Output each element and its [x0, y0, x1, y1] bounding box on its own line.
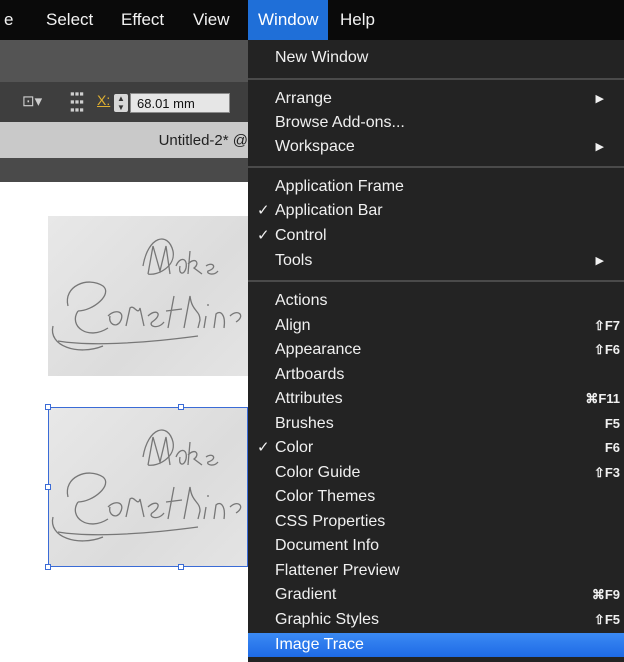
menu-item-label: Image Trace [275, 636, 364, 653]
menubar-item-window[interactable]: Window [248, 0, 329, 40]
menubar-item-select[interactable]: Select [40, 0, 99, 40]
menu-item-label: Actions [275, 292, 328, 309]
document-tab-title[interactable]: Untitled-2* @ [159, 132, 248, 149]
menu-item-flattener-preview[interactable]: Flattener Preview [248, 559, 624, 583]
transform-reference-icon[interactable]: ⊡▾ [22, 92, 42, 110]
menu-item-appearance[interactable]: Appearance ⇧F6 [248, 338, 624, 362]
menu-item-label: Gradient [275, 586, 337, 603]
menubar-item-file[interactable]: e [0, 0, 17, 40]
menu-item-artboards[interactable]: Artboards [248, 363, 624, 387]
menu-item-browse-add-ons[interactable]: Browse Add-ons... [248, 111, 624, 135]
menu-item-label: Tools [275, 252, 313, 269]
selection-handle-top-left[interactable] [45, 404, 51, 410]
menu-item-shortcut: ⇧F5 [593, 612, 620, 627]
triangle-right-icon: ▶ [595, 255, 604, 267]
check-icon: ✓ [257, 227, 270, 244]
menu-item-workspace[interactable]: Workspace ▶ [248, 135, 624, 159]
menubar-item-help[interactable]: Help [334, 0, 381, 40]
menu-item-shortcut: ⌘F9 [591, 587, 620, 602]
menu-item-shortcut: ⇧F3 [593, 465, 620, 480]
menu-item-application-frame[interactable]: Application Frame [248, 175, 624, 199]
menu-item-label: Application Bar [275, 202, 383, 219]
menu-item-color-themes[interactable]: Color Themes [248, 485, 624, 509]
selection-handle-middle-left[interactable] [45, 484, 51, 490]
menu-item-label: Workspace [275, 138, 355, 155]
menu-item-label: Document Info [275, 537, 380, 554]
triangle-right-icon: ▶ [595, 141, 604, 153]
menu-item-align[interactable]: Align ⇧F7 [248, 314, 624, 338]
menubar-item-view[interactable]: View [187, 0, 236, 40]
menu-item-shortcut: ⇧F6 [593, 342, 620, 357]
menu-item-control[interactable]: ✓ Control [248, 224, 624, 248]
lettering-sketch-image[interactable] [48, 216, 248, 376]
menu-item-label: Flattener Preview [275, 562, 400, 579]
menu-item-application-bar[interactable]: ✓ Application Bar [248, 199, 624, 223]
menu-item-image-trace[interactable]: Image Trace [248, 633, 624, 657]
menu-item-label: Appearance [275, 341, 362, 358]
menu-item-label: Application Frame [275, 178, 404, 195]
menu-item-label: Attributes [275, 390, 343, 407]
menu-item-label: CSS Properties [275, 513, 386, 530]
triangle-right-icon: ▶ [595, 93, 604, 105]
menu-item-shortcut: ⌘F11 [585, 391, 620, 406]
menu-item-label: Graphic Styles [275, 611, 380, 628]
menu-item-document-info[interactable]: Document Info [248, 534, 624, 558]
menu-item-color[interactable]: ✓ Color F6 [248, 436, 624, 460]
lettering-sketch-drawing [51, 238, 242, 351]
selection-handle-bottom-left[interactable] [45, 564, 51, 570]
menu-item-color-guide[interactable]: Color Guide ⇧F3 [248, 461, 624, 485]
menu-item-label: Browse Add-ons... [275, 114, 405, 131]
selection-bounding-box[interactable] [48, 407, 248, 567]
menu-item-label: Control [275, 227, 327, 244]
window-menu: New Window Arrange ▶ Browse Add-ons... Wo… [248, 40, 624, 662]
menu-item-label: Brushes [275, 415, 334, 432]
menu-item-label: Color [275, 439, 314, 456]
menu-item-label: Artboards [275, 366, 345, 383]
menu-item-label: Color Themes [275, 488, 376, 505]
menu-item-tools[interactable]: Tools ▶ [248, 249, 624, 273]
selection-handle-top-middle[interactable] [178, 404, 184, 410]
menu-item-css-properties[interactable]: CSS Properties [248, 510, 624, 534]
menu-item-attributes[interactable]: Attributes ⌘F11 [248, 387, 624, 411]
x-position-stepper[interactable]: ▲ ▼ [114, 94, 128, 112]
menubar-item-effect[interactable]: Effect [115, 0, 170, 40]
menu-item-label: New Window [275, 49, 369, 66]
menu-item-arrange[interactable]: Arrange ▶ [248, 87, 624, 111]
menu-item-graphic-styles[interactable]: Graphic Styles ⇧F5 [248, 608, 624, 632]
menu-item-label: Color Guide [275, 464, 361, 481]
menu-bar: e Select Effect View Window Help [0, 0, 624, 40]
menu-separator [248, 78, 624, 80]
menu-item-shortcut: F6 [604, 440, 620, 455]
selection-handle-bottom-middle[interactable] [178, 564, 184, 570]
x-position-field[interactable]: 68.01 mm [130, 93, 230, 113]
menu-item-label: Arrange [275, 90, 332, 107]
menu-item-brushes[interactable]: Brushes F5 [248, 412, 624, 436]
menu-item-shortcut: ⇧F7 [593, 318, 620, 333]
menu-item-actions[interactable]: Actions [248, 289, 624, 313]
menu-separator [248, 280, 624, 282]
check-icon: ✓ [257, 439, 270, 456]
menu-item-gradient[interactable]: Gradient ⌘F9 [248, 583, 624, 607]
reference-point-icon[interactable]: ▪▪▪ ▪▪▪ ▪▪▪ [70, 87, 84, 116]
menu-separator [248, 166, 624, 168]
check-icon: ✓ [257, 202, 270, 219]
menu-item-shortcut: F5 [604, 416, 620, 431]
x-position-label: X: [97, 92, 111, 108]
menu-item-new-window[interactable]: New Window [248, 46, 624, 70]
menu-item-label: Align [275, 317, 311, 334]
